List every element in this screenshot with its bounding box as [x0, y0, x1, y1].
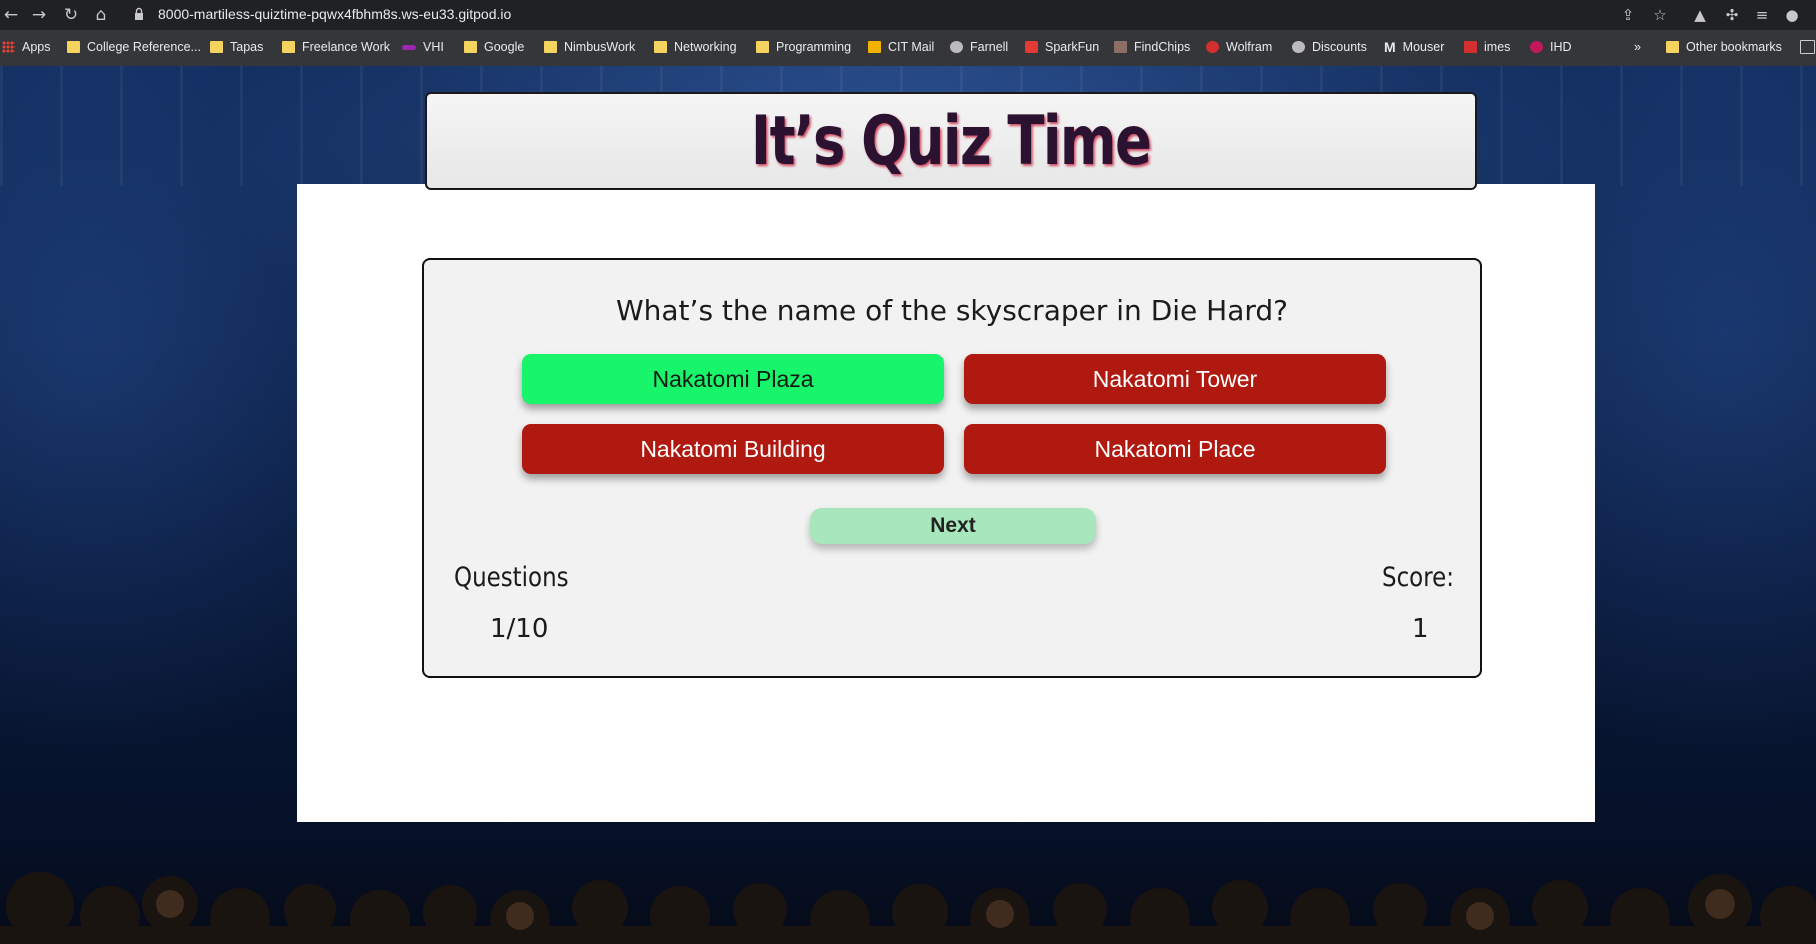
question-text: What’s the name of the skyscraper in Die…: [615, 294, 1289, 327]
bookmark-programming[interactable]: Programming: [756, 38, 851, 56]
ihd-icon: [1530, 41, 1543, 53]
audience-silhouette: [0, 872, 1816, 944]
folder-icon: [544, 41, 557, 53]
quiz-card: What’s the name of the skyscraper in Die…: [422, 258, 1482, 678]
farnell-icon: [950, 41, 963, 53]
bookmark-apps[interactable]: Apps: [2, 38, 51, 56]
bookmark-ihd[interactable]: IHD: [1530, 38, 1572, 56]
score-value: 1: [1412, 614, 1429, 644]
bookmark-farnell[interactable]: Farnell: [950, 38, 1008, 56]
answer-button-nakatomi-tower[interactable]: Nakatomi Tower: [964, 354, 1386, 404]
bookmark-label: CIT Mail: [888, 40, 935, 54]
title-banner: It’s Quiz Time: [425, 92, 1477, 190]
folder-icon: [210, 41, 223, 53]
bookmark-vhi[interactable]: VHI: [402, 38, 444, 56]
profile-avatar[interactable]: ●: [1782, 5, 1802, 25]
folder-icon: [756, 41, 769, 53]
next-button[interactable]: Next: [810, 508, 1096, 544]
back-icon[interactable]: ←: [0, 4, 22, 26]
reload-icon[interactable]: ↻: [60, 4, 82, 26]
mouser-icon: M: [1384, 39, 1396, 55]
bookmark-label: IHD: [1550, 40, 1572, 54]
bookmark-label: Freelance Work: [302, 40, 390, 54]
bookmark-discounts[interactable]: Discounts: [1292, 38, 1367, 56]
forward-icon[interactable]: →: [28, 4, 50, 26]
globe-icon: [1292, 41, 1305, 53]
mail-icon: [868, 41, 881, 53]
sparkfun-icon: [1025, 41, 1038, 53]
bookmark-google[interactable]: Google: [464, 38, 524, 56]
questions-counter: 1/10: [490, 614, 549, 644]
browser-chrome: ← → ↻ ⌂ 8000-martiless-quiztime-pqwx4fbh…: [0, 0, 1816, 66]
folder-icon: [1666, 41, 1679, 53]
bookmark-wolfram[interactable]: Wolfram: [1206, 38, 1272, 56]
bookmark-label: College Reference...: [87, 40, 201, 54]
bookmark-label: Programming: [776, 40, 852, 54]
page-background: It’s Quiz Time What’s the name of the sk…: [0, 66, 1816, 944]
bookmark-label: Networking: [674, 40, 737, 54]
folder-icon: [654, 41, 667, 53]
wolfram-icon: [1206, 41, 1219, 53]
answer-button-nakatomi-place[interactable]: Nakatomi Place: [964, 424, 1386, 474]
answer-button-nakatomi-plaza[interactable]: Nakatomi Plaza: [522, 354, 944, 404]
bookmark-sparkfun[interactable]: SparkFun: [1025, 38, 1099, 56]
bookmark-label: Farnell: [970, 40, 1009, 54]
bookmark-label: Discounts: [1312, 40, 1367, 54]
bookmark-cit-mail[interactable]: CIT Mail: [868, 38, 934, 56]
media-icon[interactable]: ≡: [1752, 5, 1772, 25]
score-label: Score:: [1382, 562, 1455, 593]
bookmark-tapas[interactable]: Tapas: [210, 38, 263, 56]
address-bar[interactable]: 8000-martiless-quiztime-pqwx4fbhm8s.ws-e…: [158, 6, 511, 22]
bookmarks-overflow-button[interactable]: »: [1634, 38, 1641, 56]
bookmark-label: Google: [484, 40, 525, 54]
bookmark-label: Other bookmarks: [1686, 40, 1782, 54]
bookmark-college-reference[interactable]: College Reference...: [67, 38, 201, 56]
bookmark-label: Tapas: [230, 40, 264, 54]
lock-icon: [135, 7, 143, 20]
bookmark-label: imes: [1484, 40, 1511, 54]
star-icon[interactable]: ☆: [1650, 5, 1670, 25]
bookmark-label: Apps: [22, 40, 51, 54]
apps-grid-icon: [2, 41, 15, 53]
bookmark-findchips[interactable]: FindChips: [1114, 38, 1190, 56]
list-icon: [1800, 40, 1815, 54]
puzzle-icon[interactable]: ✣: [1722, 5, 1742, 25]
bookmark-label: NimbusWork: [564, 40, 636, 54]
bookmark-freelance-work[interactable]: Freelance Work: [282, 38, 390, 56]
bookmark-label: SparkFun: [1045, 40, 1100, 54]
findchips-icon: [1114, 41, 1127, 53]
reading-list-icon[interactable]: [1800, 38, 1815, 56]
share-icon[interactable]: ⇪: [1618, 5, 1638, 25]
imes-icon: [1464, 41, 1477, 53]
page-title: It’s Quiz Time: [751, 101, 1152, 181]
home-icon[interactable]: ⌂: [90, 4, 112, 26]
bookmark-label: Mouser: [1402, 40, 1445, 54]
browser-toolbar: ← → ↻ ⌂ 8000-martiless-quiztime-pqwx4fbh…: [0, 0, 1816, 30]
bookmark-imes[interactable]: imes: [1464, 38, 1510, 56]
questions-label: Questions: [454, 562, 569, 593]
bookmark-label: FindChips: [1134, 40, 1191, 54]
folder-icon: [282, 41, 295, 53]
folder-icon: [67, 41, 80, 53]
bookmark-mouser[interactable]: M Mouser: [1384, 38, 1444, 56]
answer-button-nakatomi-building[interactable]: Nakatomi Building: [522, 424, 944, 474]
bookmark-other-bookmarks[interactable]: Other bookmarks: [1666, 38, 1782, 56]
extension-chart-icon[interactable]: ▲: [1690, 5, 1710, 25]
bookmark-label: Wolfram: [1226, 40, 1273, 54]
bookmark-nimbuswork[interactable]: NimbusWork: [544, 38, 635, 56]
vhi-icon: [402, 44, 416, 50]
folder-icon: [464, 41, 477, 53]
bookmarks-bar: Apps College Reference... Tapas Freelanc…: [0, 32, 1816, 62]
bookmark-networking[interactable]: Networking: [654, 38, 737, 56]
bookmark-label: VHI: [423, 40, 444, 54]
